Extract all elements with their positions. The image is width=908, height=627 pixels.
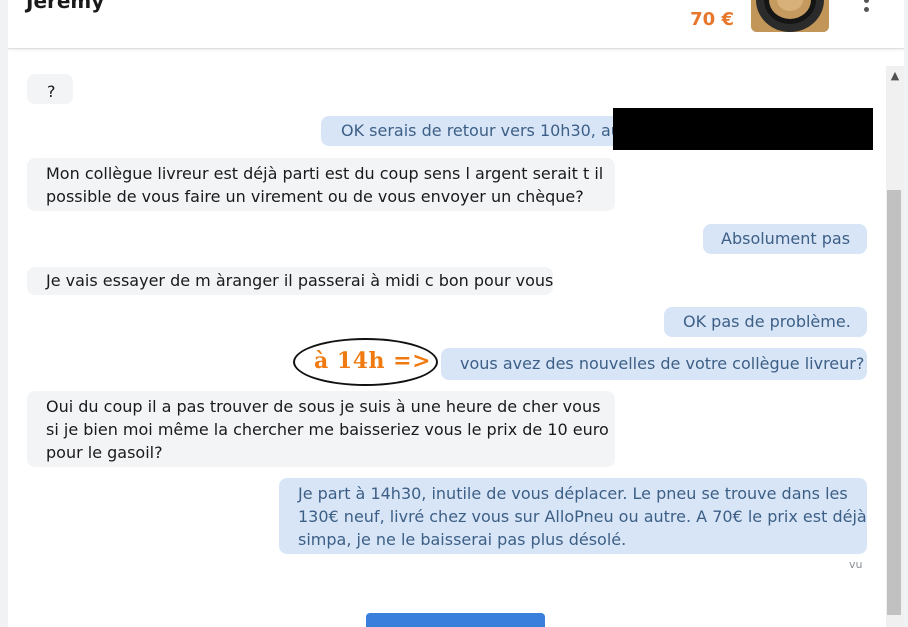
contact-name[interactable]: Jérémy bbox=[26, 0, 104, 13]
chat-panel: Jérémy 70 € ? OK serais de retour vers 1… bbox=[8, 0, 904, 627]
tire-photo-icon bbox=[751, 0, 829, 32]
message-incoming: Oui du coup il a pas trouver de sous je … bbox=[27, 391, 615, 467]
message-line: Oui du coup il a pas trouver de sous je … bbox=[46, 397, 601, 416]
scroll-up-icon[interactable]: ▲ bbox=[886, 66, 904, 86]
message-list: ? OK serais de retour vers 10h30, au Mon… bbox=[8, 48, 886, 627]
listing-thumbnail[interactable] bbox=[751, 0, 829, 32]
message-line: simpa, je ne le baisserai pas plus désol… bbox=[298, 530, 627, 549]
message-text: ? bbox=[47, 82, 56, 101]
message-incoming: Je vais essayer de m àranger il passerai… bbox=[27, 267, 553, 295]
annotation-label: à 14h => bbox=[314, 348, 432, 374]
message-outgoing: OK serais de retour vers 10h30, au bbox=[321, 116, 631, 146]
message-text: Absolument pas bbox=[721, 229, 851, 248]
message-outgoing: vous avez des nouvelles de votre collègu… bbox=[441, 348, 867, 380]
message-line: pour le gasoil? bbox=[46, 443, 163, 462]
action-button[interactable] bbox=[366, 613, 545, 627]
message-text: OK serais de retour vers 10h30, au bbox=[341, 121, 621, 140]
message-outgoing: Absolument pas bbox=[703, 224, 867, 254]
message-scrollbar[interactable]: ▲ bbox=[886, 66, 904, 627]
conversation-header: Jérémy 70 € bbox=[8, 0, 904, 49]
message-incoming: ? bbox=[27, 74, 73, 104]
message-line: possible de vous faire un virement ou de… bbox=[46, 187, 584, 206]
message-outgoing: Je part à 14h30, inutile de vous déplace… bbox=[279, 478, 867, 554]
message-line: 130€ neuf, livré chez vous sur AlloPneu … bbox=[298, 507, 867, 526]
message-text: Je vais essayer de m àranger il passerai… bbox=[46, 271, 554, 290]
more-options-icon[interactable] bbox=[858, 0, 874, 20]
scrollbar-thumb[interactable] bbox=[887, 190, 901, 615]
message-line: Mon collègue livreur est déjà parti est … bbox=[46, 164, 604, 183]
seen-indicator: vu bbox=[849, 558, 863, 571]
message-text: vous avez des nouvelles de votre collègu… bbox=[460, 354, 865, 373]
message-incoming: Mon collègue livreur est déjà parti est … bbox=[27, 158, 615, 211]
message-line: Je part à 14h30, inutile de vous déplace… bbox=[298, 484, 848, 503]
message-outgoing: OK pas de problème. bbox=[664, 307, 867, 337]
message-line: si je bien moi même la chercher me baiss… bbox=[46, 420, 609, 439]
listing-price: 70 € bbox=[690, 9, 734, 30]
redaction-block bbox=[613, 108, 873, 150]
message-text: OK pas de problème. bbox=[683, 312, 851, 331]
